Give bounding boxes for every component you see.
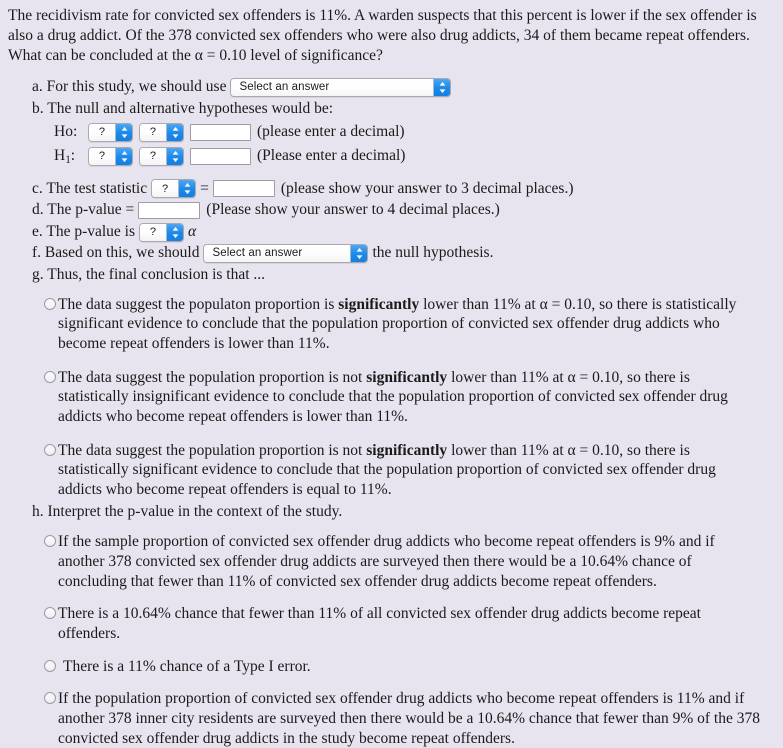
part-g-label: g. Thus, the final conclusion is that ..… [32,266,266,284]
part-a-label: a. For this study, we should use [32,78,227,96]
chevron-updown-icon [166,123,183,141]
alpha-symbol: α [188,222,197,240]
h0-parameter-select[interactable]: ? [88,122,133,142]
conclusion-option-text: The data suggest the population proporti… [58,441,760,500]
h1-parameter-select-value: ? [89,147,115,165]
h1-operator-select[interactable]: ? [139,146,184,166]
h0-operator-select[interactable]: ? [139,122,184,142]
option-lead: The data suggest the populaton proportio… [58,295,339,313]
part-c: c. The test statistic ? = (please show y… [32,179,777,200]
conclusion-option-text: The data suggest the populaton proportio… [58,295,760,354]
problem-statement: The recidivism rate for convicted sex of… [8,7,757,65]
part-b-label: b. The null and alternative hypotheses w… [32,100,334,118]
conclusion-options: The data suggest the populaton proportio… [6,295,777,500]
pvalue-option[interactable]: If the population proportion of convicte… [44,689,777,748]
question-parts: a. For this study, we should use Select … [6,77,777,285]
study-method-select[interactable]: Select an answer [230,78,452,98]
conclusion-option-text: The data suggest the population proporti… [58,368,760,427]
chevron-updown-icon [166,147,183,165]
part-d: d. The p-value = (Please show your answe… [32,200,777,221]
h0-parameter-select-value: ? [89,123,115,141]
chevron-updown-icon [350,245,368,263]
radio-icon[interactable] [44,607,56,620]
chevron-updown-icon [166,223,184,241]
chevron-updown-icon [433,79,451,97]
h1-operator-select-value: ? [140,147,166,165]
part-h-section: h. Interpret the p-value in the context … [6,502,777,523]
pvalue-option[interactable]: There is a 10.64% chance that fewer than… [44,604,777,643]
chevron-updown-icon [115,123,132,141]
conclusion-option[interactable]: The data suggest the population proporti… [44,368,777,427]
pvalue-option[interactable]: There is a 11% chance of a Type I error. [44,657,777,677]
radio-icon[interactable] [44,659,56,672]
decision-select[interactable]: Select an answer [203,244,369,264]
alternative-hypothesis-name: H1: [54,147,88,166]
alternative-hypothesis-row: H1: ? ? (Please enter a decimal) [54,146,777,167]
option-emphasis: significantly [338,295,420,313]
part-d-hint: (Please show your answer to 4 decimal pl… [206,201,500,219]
radio-icon[interactable] [44,297,56,310]
part-e: e. The p-value is ? α [32,222,777,243]
p-value-comparison-select-value: ? [140,223,167,241]
part-c-hint: (please show your answer to 3 decimal pl… [280,179,574,197]
test-statistic-type-select[interactable]: ? [151,179,197,199]
p-value-input[interactable] [138,202,201,220]
null-hypothesis-name: Ho: [54,123,78,141]
alt-name-suffix: : [70,146,76,164]
option-lead: The data suggest the population proporti… [58,441,367,459]
pvalue-option-text: There is a 10.64% chance that fewer than… [58,605,701,643]
h1-value-input[interactable] [190,147,251,165]
alt-name-prefix: H [54,146,66,164]
option-lead: The data suggest the population proporti… [58,368,367,386]
radio-icon[interactable] [44,535,56,548]
chevron-updown-icon [115,147,132,165]
test-statistic-equals: = [200,179,209,197]
option-emphasis: significantly [366,368,448,386]
part-h-label: h. Interpret the p-value in the context … [32,502,343,520]
pvalue-option[interactable]: If the sample proportion of convicted se… [44,532,777,591]
test-statistic-type-select-value: ? [152,180,179,198]
h0-value-input[interactable] [190,123,251,141]
pvalue-option-text: If the population proportion of convicte… [58,690,760,747]
test-statistic-input[interactable] [212,180,275,198]
conclusion-option[interactable]: The data suggest the populaton proportio… [44,295,777,354]
decision-select-value: Select an answer [204,245,351,263]
part-d-label: d. The p-value = [32,201,135,219]
option-emphasis: significantly [366,441,448,459]
part-c-label: c. The test statistic [32,179,148,197]
worksheet-page: The recidivism rate for convicted sex of… [0,0,783,748]
pvalue-option-text: There is a 11% chance of a Type I error. [63,657,311,675]
h1-parameter-select[interactable]: ? [88,146,133,166]
null-hypothesis-row: Ho: ? ? (please enter a decimal) [54,122,777,143]
part-f-tail: the null hypothesis. [372,244,494,262]
conclusion-option[interactable]: The data suggest the population proporti… [44,441,777,500]
pvalue-option-text: If the sample proportion of convicted se… [58,533,715,590]
study-method-select-value: Select an answer [231,79,434,97]
radio-icon[interactable] [44,692,56,705]
part-f: f. Based on this, we should Select an an… [32,243,777,264]
chevron-updown-icon [178,180,196,198]
part-e-label: e. The p-value is [32,222,136,240]
h0-operator-select-value: ? [140,123,166,141]
part-a: a. For this study, we should use Select … [32,77,777,98]
radio-icon[interactable] [44,443,56,456]
h1-hint: (Please enter a decimal) [257,147,406,165]
p-value-comparison-select[interactable]: ? [139,222,185,242]
pvalue-interpretation-options: If the sample proportion of convicted se… [6,532,777,748]
part-f-label: f. Based on this, we should [32,244,200,262]
radio-icon[interactable] [44,370,56,383]
hypothesis-rows: Ho: ? ? (please enter a decimal) H1: ? ?… [32,122,777,167]
h0-hint: (please enter a decimal) [257,123,405,141]
